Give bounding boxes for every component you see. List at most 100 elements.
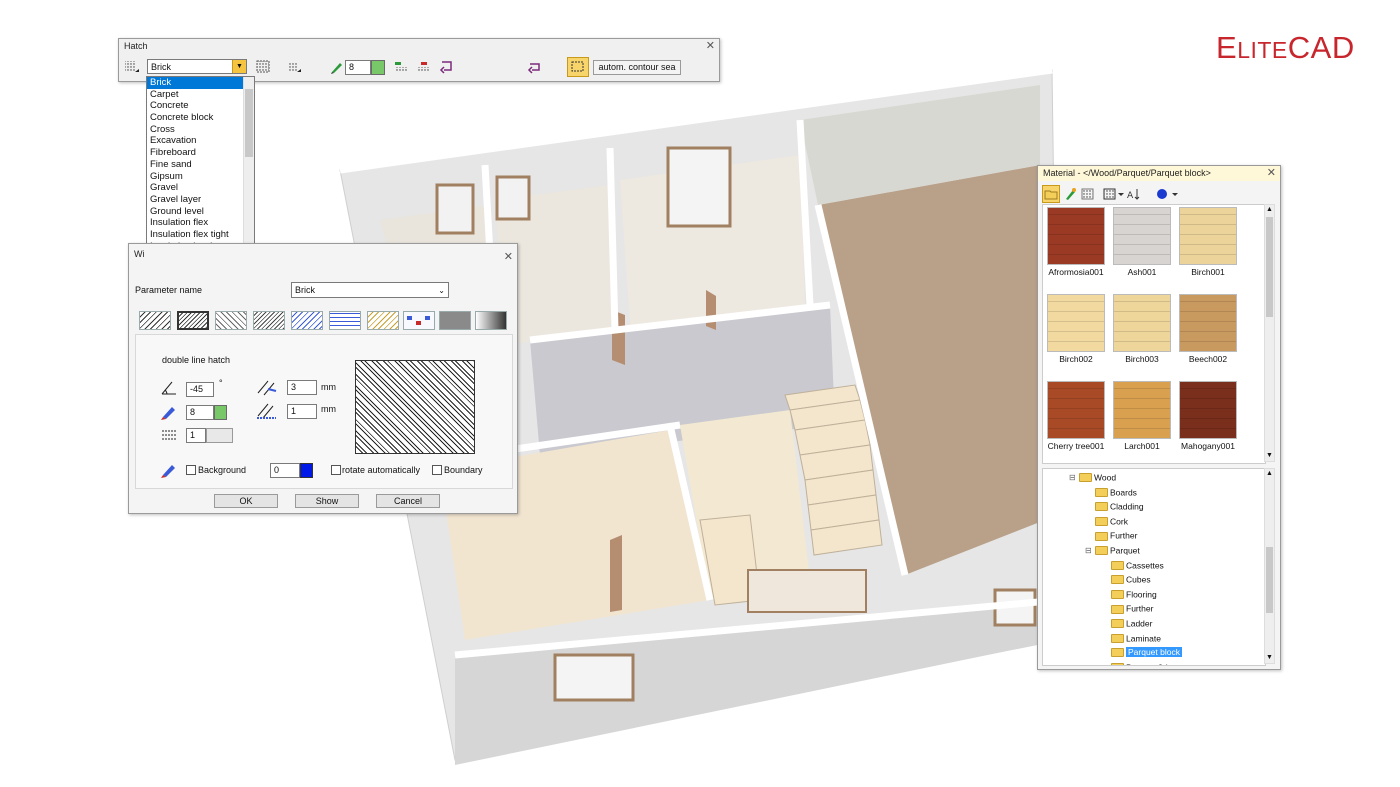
material-thumbnail[interactable] (1113, 381, 1171, 439)
scroll-up-icon[interactable]: ▲ (1265, 205, 1274, 215)
undo-icon[interactable] (437, 58, 457, 76)
auto-contour-button[interactable]: autom. contour sea (593, 60, 681, 75)
hatch-option-item[interactable]: Cross (147, 124, 254, 136)
chevron-down-icon[interactable]: ⌄ (438, 283, 445, 298)
chevron-down-icon[interactable]: ▼ (232, 60, 246, 73)
material-thumbnail[interactable] (1047, 381, 1105, 439)
tree-expander-icon[interactable]: ⊟ (1085, 544, 1095, 557)
contour-select-icon[interactable] (567, 57, 589, 77)
scroll-down-icon[interactable]: ▼ (1265, 653, 1274, 663)
distance2-field[interactable]: 1 (287, 404, 317, 419)
close-icon[interactable]: ✕ (504, 247, 513, 267)
background-color-field[interactable]: 0 (270, 463, 300, 478)
hatch-option-item[interactable]: Concrete block (147, 112, 254, 124)
hatch-option-item[interactable]: Brick (147, 77, 254, 89)
hatch-option-item[interactable]: Insulation flex (147, 217, 254, 229)
hatch-settings-icon[interactable] (254, 58, 274, 76)
pattern-cross-fine[interactable] (253, 311, 285, 330)
pen-number-field[interactable]: 8 (345, 60, 371, 75)
material-thumbnail[interactable] (1113, 294, 1171, 352)
rotate-auto-checkbox[interactable] (331, 465, 341, 475)
hatch-option-item[interactable]: Ground level (147, 206, 254, 218)
dropdown-scrollbar-thumb[interactable] (245, 89, 253, 157)
tree-node[interactable]: Parquet 3-layer (1101, 661, 1184, 665)
tree-expander-icon[interactable]: ⊟ (1069, 471, 1079, 484)
pen-icon[interactable] (327, 58, 347, 76)
tree-node[interactable]: Cassettes (1101, 559, 1164, 572)
hatch-option-item[interactable]: Excavation (147, 135, 254, 147)
pattern-gradient-fill[interactable] (475, 311, 507, 330)
pattern-blue-dashed[interactable] (329, 311, 361, 330)
thumbnail-scrollbar[interactable]: ▲ ▼ (1264, 204, 1275, 462)
tree-node[interactable]: Cork (1085, 515, 1128, 528)
tree-node[interactable]: Flooring (1101, 588, 1157, 601)
sort-icon[interactable]: A (1127, 187, 1141, 204)
open-folder-icon[interactable] (1042, 185, 1060, 203)
pattern-solid-fill[interactable] (439, 311, 471, 330)
parameter-name-combo[interactable]: Brick ⌄ (291, 282, 449, 298)
pen-color-swatch[interactable] (371, 60, 385, 75)
scroll-up-icon[interactable]: ▲ (1265, 469, 1274, 479)
material-thumbnail[interactable] (1047, 207, 1105, 265)
cancel-button[interactable]: Cancel (376, 494, 440, 508)
material-thumbnail[interactable] (1113, 207, 1171, 265)
sphere-preview-icon[interactable] (1156, 187, 1182, 204)
material-thumbnail[interactable] (1179, 294, 1237, 352)
material-thumbnail[interactable] (1179, 207, 1237, 265)
tree-node[interactable]: Further (1085, 529, 1137, 542)
tree-scrollbar-thumb[interactable] (1266, 547, 1273, 613)
tree-node[interactable]: Laminate (1101, 632, 1161, 645)
angle-field[interactable]: -45 (186, 382, 214, 397)
tree-node[interactable]: Cladding (1085, 500, 1144, 513)
tree-node[interactable]: ⊟ Parquet (1085, 544, 1140, 557)
show-button[interactable]: Show (295, 494, 359, 508)
tree-node[interactable]: Ladder (1101, 617, 1152, 630)
texture-grid-icon[interactable] (1103, 187, 1125, 204)
material-thumbnail[interactable] (1047, 294, 1105, 352)
pen-color-swatch[interactable] (214, 405, 227, 420)
hatch-option-item[interactable]: Concrete (147, 100, 254, 112)
hatch-option-item[interactable]: Fine sand (147, 159, 254, 171)
hatch-type-combo[interactable]: Brick ▼ (147, 59, 247, 74)
redo-icon[interactable] (525, 58, 545, 76)
hatch-option-item[interactable]: Gipsum (147, 171, 254, 183)
material-tool-icon[interactable] (1080, 187, 1096, 204)
distance1-field[interactable]: 3 (287, 380, 317, 395)
hatch-option-item[interactable]: Carpet (147, 89, 254, 101)
pattern-custom[interactable] (403, 311, 435, 330)
hatch-tool-icon[interactable] (122, 58, 142, 76)
pattern-single-line[interactable] (139, 311, 171, 330)
tree-node[interactable]: Boards (1085, 486, 1137, 499)
tree-node[interactable]: Cubes (1101, 573, 1151, 586)
hatch-red-icon[interactable] (413, 58, 433, 76)
line-type-field[interactable]: 1 (186, 428, 206, 443)
folder-icon (1095, 546, 1108, 556)
close-icon[interactable]: ✕ (706, 39, 715, 54)
material-thumbnail[interactable] (1179, 381, 1237, 439)
tree-node[interactable]: ⊟ Wood (1069, 471, 1116, 484)
hatch-option-item[interactable]: Gravel layer (147, 194, 254, 206)
pattern-double-line[interactable] (177, 311, 209, 330)
pattern-symbol[interactable] (367, 311, 399, 330)
pattern-cross[interactable] (215, 311, 247, 330)
hatch-option-item[interactable]: Insulation flex tight (147, 229, 254, 241)
background-color-swatch[interactable] (300, 463, 313, 478)
hatch-option-item[interactable]: Fibreboard (147, 147, 254, 159)
hatch-green-icon[interactable] (391, 58, 411, 76)
line-type-dropdown[interactable] (206, 428, 233, 443)
pen-field[interactable]: 8 (186, 405, 214, 420)
pattern-blue-lines[interactable] (291, 311, 323, 330)
close-icon[interactable]: ✕ (1267, 166, 1276, 181)
thumbnail-scrollbar-thumb[interactable] (1266, 217, 1273, 317)
hatch-option-item[interactable]: Gravel (147, 182, 254, 194)
ok-button[interactable]: OK (214, 494, 278, 508)
hatch-dots-icon[interactable] (284, 58, 304, 76)
boundary-checkbox[interactable] (432, 465, 442, 475)
angle-value: -45 (190, 384, 204, 394)
tree-scrollbar[interactable]: ▲ ▼ (1264, 468, 1275, 664)
tree-node[interactable]: Further (1101, 602, 1153, 615)
scroll-down-icon[interactable]: ▼ (1265, 451, 1274, 461)
background-checkbox[interactable] (186, 465, 196, 475)
brush-icon[interactable] (1063, 187, 1077, 204)
tree-node[interactable]: Parquet block (1101, 646, 1182, 659)
